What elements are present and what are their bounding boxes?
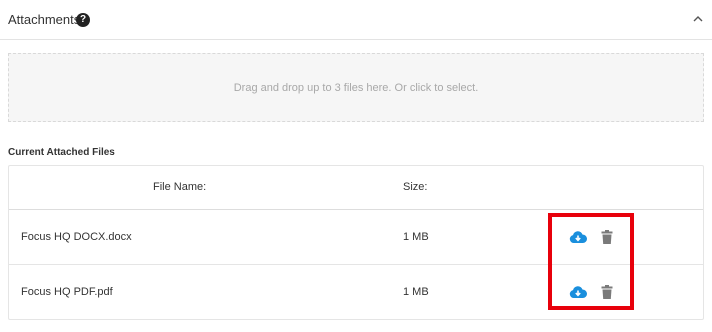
delete-button[interactable] — [598, 284, 616, 300]
file-size: 1 MB — [403, 231, 429, 243]
attached-files-table: File Name: Size: Focus HQ DOCX.docx 1 MB — [8, 165, 704, 320]
cloud-download-icon — [569, 231, 587, 243]
table-header: File Name: Size: — [9, 166, 703, 210]
chevron-up-icon[interactable] — [692, 14, 704, 24]
attachments-title: Attachments — [8, 12, 81, 27]
question-circle-icon[interactable]: ? — [76, 13, 90, 27]
file-name: Focus HQ PDF.pdf — [21, 286, 113, 298]
download-button[interactable] — [569, 284, 587, 300]
trash-icon — [601, 230, 613, 244]
attachments-header[interactable]: Attachments ? — [0, 0, 712, 40]
table-row: Focus HQ PDF.pdf 1 MB — [9, 265, 703, 320]
cloud-download-icon — [569, 286, 587, 298]
column-header-file-name: File Name: — [153, 181, 207, 193]
delete-button[interactable] — [598, 229, 616, 245]
attachments-panel: Attachments ? Drag and drop up to 3 file… — [0, 0, 712, 332]
table-row: Focus HQ DOCX.docx 1 MB — [9, 210, 703, 265]
column-header-size: Size: — [403, 181, 428, 193]
trash-icon — [601, 285, 613, 299]
file-size: 1 MB — [403, 286, 429, 298]
file-dropzone[interactable]: Drag and drop up to 3 files here. Or cli… — [8, 53, 704, 122]
file-name: Focus HQ DOCX.docx — [21, 231, 132, 243]
dropzone-text: Drag and drop up to 3 files here. Or cli… — [233, 81, 479, 94]
current-files-title: Current Attached Files — [8, 147, 115, 158]
download-button[interactable] — [569, 229, 587, 245]
